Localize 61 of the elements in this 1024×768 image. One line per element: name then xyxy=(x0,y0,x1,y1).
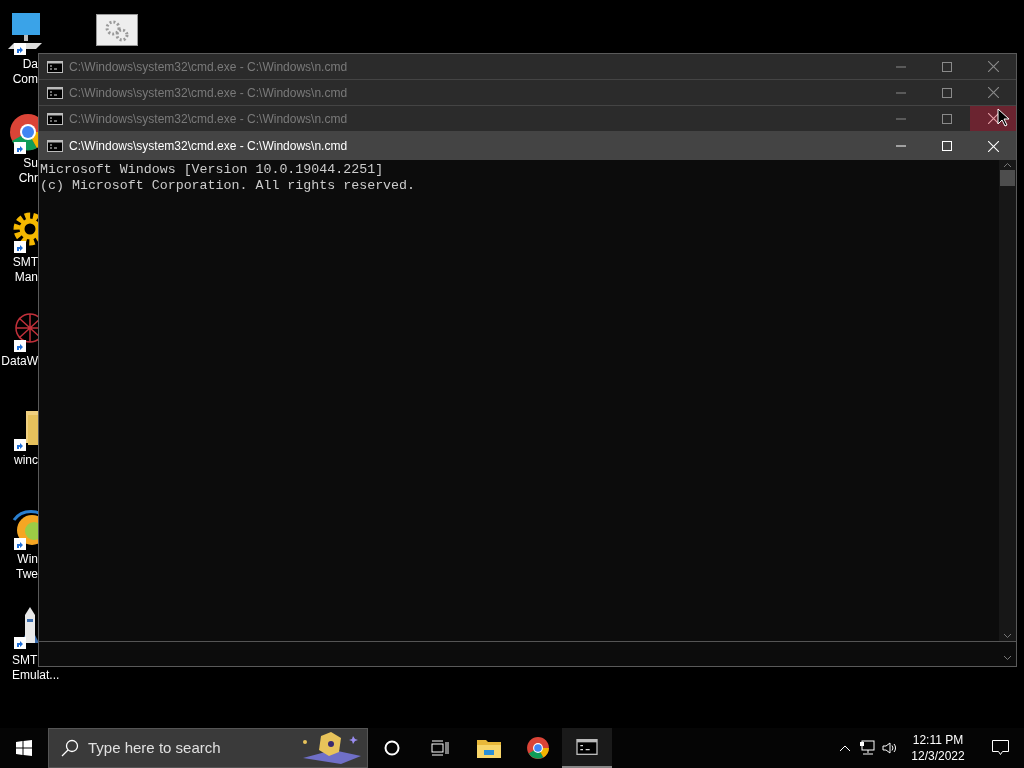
scroll-down-icon[interactable] xyxy=(1003,655,1012,661)
desktop-icon-label[interactable]: DataW xyxy=(1,354,38,369)
desktop-icon-label[interactable]: Twe xyxy=(16,567,38,582)
close-icon xyxy=(987,113,999,124)
settings-window-icon[interactable] xyxy=(96,14,138,46)
console-line: Microsoft Windows [Version 10.0.19044.2251] xyxy=(40,162,385,178)
desktop-icon-label[interactable]: Chr xyxy=(18,171,38,186)
close-icon xyxy=(987,140,999,152)
minimize-icon xyxy=(896,91,906,94)
close-icon xyxy=(987,87,999,98)
desktop-icon-label[interactable]: SMT xyxy=(12,255,38,270)
desktop-icon-label[interactable]: Man xyxy=(14,270,38,285)
scroll-up-icon[interactable] xyxy=(1003,162,1012,168)
mouse-cursor-icon xyxy=(997,108,1009,127)
desktop-icon-label[interactable]: Su xyxy=(23,156,38,171)
rocket-icon xyxy=(21,607,39,643)
browser-icon xyxy=(526,736,550,760)
task-view-icon xyxy=(431,740,449,756)
scroll-down-icon[interactable] xyxy=(1003,633,1012,639)
window-title: C:\Windows\system32\cmd.exe - C:\Windows\n.cmd xyxy=(69,84,348,102)
clock-date: 12/3/2022 xyxy=(911,748,965,764)
search-placeholder: Type here to search xyxy=(88,737,221,758)
console-icon xyxy=(47,86,63,99)
minimize-icon xyxy=(896,145,906,147)
windows-logo-icon xyxy=(16,740,32,756)
window-title: C:\Windows\system32\cmd.exe - C:\Windows\n.cmd xyxy=(69,58,348,76)
console-icon xyxy=(47,140,63,152)
maximize-icon xyxy=(942,61,952,72)
close-icon xyxy=(987,61,999,72)
maximize-icon xyxy=(942,141,952,151)
desktop-icon-label[interactable]: Da xyxy=(22,57,38,72)
console-taskbar-button[interactable] xyxy=(562,728,612,768)
clock-time: 12:11 PM xyxy=(912,732,964,748)
minimize-icon xyxy=(896,117,906,120)
chevron-up-icon[interactable] xyxy=(839,744,851,752)
console-icon xyxy=(47,112,63,125)
network-icon[interactable] xyxy=(859,740,875,756)
clock[interactable]: 12:11 PM 12/3/2022 xyxy=(906,732,970,764)
desktop-icon-label[interactable]: Com xyxy=(12,72,38,87)
folder-icon xyxy=(477,738,501,758)
desktop-icon-label[interactable]: Win xyxy=(17,552,38,567)
scrollbar-thumb[interactable] xyxy=(1000,170,1015,186)
close-button[interactable] xyxy=(970,106,1016,131)
window-title: C:\Windows\system32\cmd.exe - C:\Windows\n.cmd xyxy=(69,110,348,128)
console-line: (c) Microsoft Corporation. All rights reserved. xyxy=(40,178,417,194)
maximize-icon xyxy=(942,113,952,124)
console-icon xyxy=(576,739,598,755)
circle-icon xyxy=(384,740,400,756)
message-icon xyxy=(991,740,1009,756)
desktop-icon-label[interactable]: SMT xyxy=(12,653,38,668)
console-icon xyxy=(47,60,63,73)
search-icon xyxy=(61,739,79,757)
vertical-scrollbar[interactable] xyxy=(999,160,1016,641)
search-field[interactable]: Type here to search xyxy=(48,728,368,768)
minimize-icon xyxy=(896,65,906,68)
desktop-icon-label[interactable]: winc xyxy=(14,453,38,468)
title-bar[interactable]: C:\Windows\system32\cmd.exe - C:\Windows\n.cmd xyxy=(39,132,1016,160)
desktop-icon-label[interactable]: Emulat... xyxy=(12,668,60,683)
speaker-icon[interactable] xyxy=(882,740,898,756)
window-title: C:\Windows\system32\cmd.exe - C:\Windows\n.cmd xyxy=(69,138,348,155)
maximize-icon xyxy=(942,87,952,98)
